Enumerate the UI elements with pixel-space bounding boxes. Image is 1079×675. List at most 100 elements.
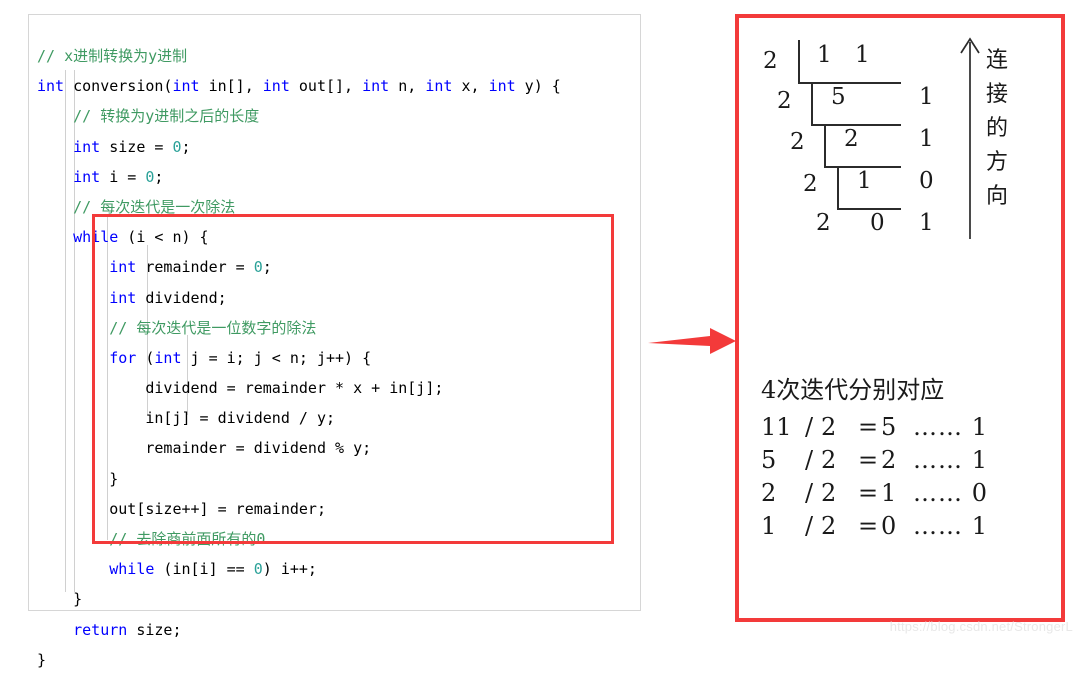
code-token: } <box>37 650 47 669</box>
code-line: return size; <box>37 615 561 645</box>
equation-operator: / <box>804 479 814 507</box>
code-line: int dividend; <box>37 283 561 313</box>
code-token: j = i; j < n; j++) { <box>181 348 372 367</box>
equation-equals: = <box>857 479 879 507</box>
code-token: for <box>109 348 137 367</box>
code-token: int <box>37 77 65 96</box>
code-line: int size = 0; <box>37 132 561 162</box>
flow-arrow-icon <box>648 328 736 354</box>
code-line: dividend = remainder * x + in[j]; <box>37 373 561 403</box>
code-token: while <box>109 560 155 579</box>
division-rule-v <box>837 166 839 209</box>
equation-remainder: 1 <box>971 413 987 441</box>
equation-operator: / <box>804 413 814 441</box>
code-token: (in[i] == <box>154 560 254 579</box>
code-line: for (int j = i; j < n; j++) { <box>37 343 561 373</box>
code-token: conversion( <box>64 77 173 96</box>
equation-divisor: 2 <box>821 446 837 474</box>
equation-dividend: 2 <box>761 479 777 507</box>
code-token: } <box>109 469 119 488</box>
division-divisor: 2 <box>790 129 805 155</box>
equation-operator: / <box>804 512 814 540</box>
equation-operator: / <box>804 446 814 474</box>
direction-caption-char: 的 <box>985 116 1008 141</box>
source-code: // x进制转换为y进制 int conversion(int in[], int… <box>37 41 561 675</box>
code-token: x, <box>452 77 489 96</box>
code-token: size; <box>127 620 182 639</box>
code-token: int <box>425 77 453 96</box>
equation-divisor: 2 <box>821 512 837 540</box>
iteration-equation: 1 /2 = 0 …… 1 <box>761 510 987 543</box>
code-token: y) { <box>515 77 561 96</box>
code-token: ( <box>136 348 155 367</box>
diagram-panel: 2 1 1 2 5 1 2 2 1 2 1 0 2 0 1 连 接 的 方 向 … <box>735 14 1065 622</box>
division-rule-v <box>811 82 813 125</box>
direction-caption-char: 向 <box>985 184 1008 209</box>
division-rule-h <box>798 82 901 84</box>
equation-remainder: 0 <box>971 479 987 507</box>
code-line: while (i < n) { <box>37 222 561 252</box>
equation-ellipsis: …… <box>913 446 963 474</box>
code-token: ) i++; <box>262 560 317 579</box>
direction-caption-char: 方 <box>985 150 1008 175</box>
code-token: int <box>109 288 137 307</box>
division-remainder: 1 <box>919 84 934 110</box>
iteration-equation: 11 /2 = 5 …… 1 <box>761 411 987 444</box>
equation-equals: = <box>857 512 879 540</box>
division-dividend-digit: 1 <box>817 42 832 68</box>
equation-divisor: 2 <box>821 479 837 507</box>
code-token: n, <box>389 77 426 96</box>
equation-quotient: 1 <box>881 479 897 507</box>
code-token: 0 <box>253 560 263 579</box>
code-token: ; <box>181 137 191 156</box>
code-panel: // x进制转换为y进制 int conversion(int in[], int… <box>28 14 641 669</box>
code-token: int <box>362 77 390 96</box>
equation-remainder: 1 <box>971 446 987 474</box>
equation-equals: = <box>857 446 879 474</box>
equation-equals: = <box>857 413 879 441</box>
code-token: // 去除商前面所有的0 <box>109 530 266 548</box>
code-line: in[j] = dividend / y; <box>37 403 561 433</box>
code-token: i = <box>100 167 146 186</box>
division-divisor: 2 <box>777 88 792 114</box>
direction-caption-char: 接 <box>985 82 1008 107</box>
code-token: int <box>172 77 200 96</box>
code-line: // 每次迭代是一次除法 <box>37 192 561 222</box>
code-line: int conversion(int in[], int out[], int … <box>37 71 561 101</box>
equation-divisor: 2 <box>821 413 837 441</box>
equation-quotient: 2 <box>881 446 897 474</box>
division-quotient: 0 <box>870 210 885 236</box>
direction-caption-char: 连 <box>985 48 1008 73</box>
code-token: (i < n) { <box>118 228 209 247</box>
code-token: in[], <box>199 77 263 96</box>
equation-quotient: 0 <box>881 512 897 540</box>
division-rule-v <box>824 124 826 167</box>
division-remainder: 0 <box>919 168 934 194</box>
code-line: } <box>37 584 561 614</box>
code-token: remainder = <box>136 258 254 277</box>
code-line: } <box>37 464 561 494</box>
equation-ellipsis: …… <box>913 479 963 507</box>
watermark: https://blog.csdn.net/StrongerL <box>889 619 1073 634</box>
equation-dividend: 1 <box>761 512 777 540</box>
division-dividend-digit: 1 <box>855 42 870 68</box>
iterations-title: 4次迭代分别对应 <box>761 376 945 404</box>
code-token: // 每次迭代是一次除法 <box>73 197 236 216</box>
division-rule-h <box>837 208 901 210</box>
division-divisor: 2 <box>803 171 818 197</box>
equation-ellipsis: …… <box>913 512 963 540</box>
code-token: size = <box>100 137 173 156</box>
code-token: } <box>73 590 83 609</box>
division-dividend-digit: 2 <box>844 126 859 152</box>
